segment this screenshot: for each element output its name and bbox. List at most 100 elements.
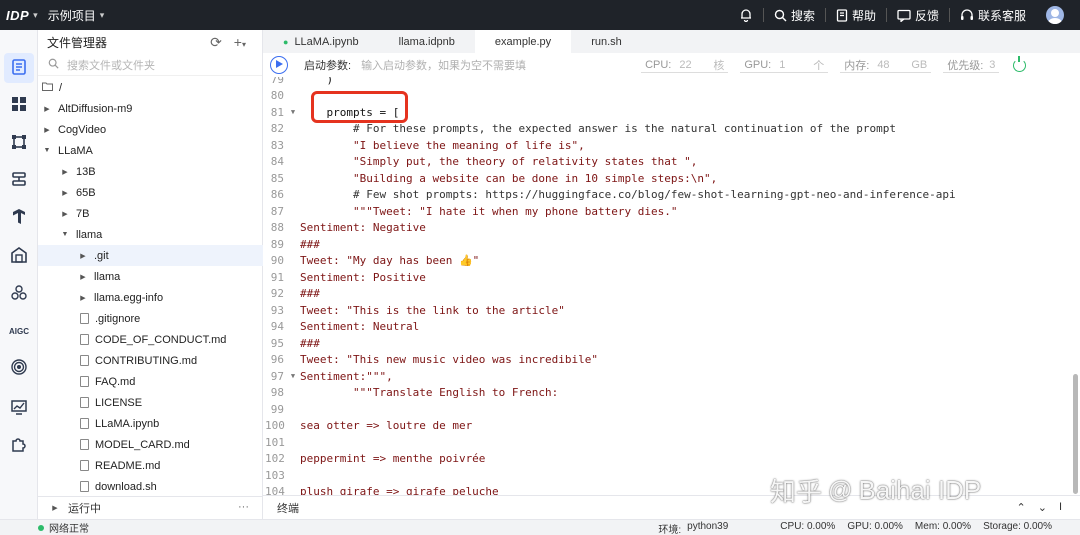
fold-chevron-icon[interactable]: ▼ [288,108,298,116]
tree-folder-cogvideo[interactable]: ▶ CogVideo [38,119,263,140]
tensorflow-tab[interactable] [4,203,34,233]
project-selector[interactable]: 示例项目 [48,7,96,24]
chevron-right-icon: ▶ [62,210,68,218]
code-line: 94 Sentiment: Neutral [263,319,1080,336]
editor-scrollbar[interactable] [1070,77,1080,495]
scrollbar-thumb[interactable] [1073,374,1078,494]
editor-tabs: ● LLaMA.ipynb llama.idpnb example.py run… [263,30,1080,53]
tree-file[interactable]: FAQ.md [38,371,263,392]
collapse-icon[interactable]: ⌄ [1038,501,1047,514]
code-line: 79 ) [263,77,1080,88]
help-button[interactable]: 帮助 [826,7,886,24]
args-label: 启动参数: [304,60,352,72]
aigc-tab[interactable]: AIGC [4,316,34,346]
top-bar-actions: 搜索 帮助 反馈 联系客服 [729,0,1080,30]
line-number: 104 [265,485,285,495]
tree-folder-egg-info[interactable]: ▶ llama.egg-info [38,287,263,308]
tab-llama-idpnb[interactable]: llama.idpnb [379,30,475,53]
chevron-down-icon[interactable]: ▾ [33,10,38,21]
explorer-title: 文件管理器 [47,35,108,50]
chevron-down-icon[interactable]: ▾ [100,10,105,21]
tree-folder-llama-sub[interactable]: ▼ llama [38,224,263,245]
chevron-down-icon: ▼ [43,147,51,154]
modified-dot-icon: ● [283,36,289,47]
code-line: 93 Tweet: "This is the link to the articl… [263,302,1080,319]
model-tab[interactable] [4,128,34,158]
refresh-icon[interactable]: ⟳ [210,34,222,51]
idp-logo[interactable]: IDP [6,8,29,23]
line-number: 84 [270,155,284,169]
tree-file[interactable]: .gitignore [38,308,263,329]
code-line: 97 ▼ Sentiment:""", [263,368,1080,385]
avatar[interactable] [1046,6,1064,24]
search-button[interactable]: 搜索 [764,7,825,24]
power-icon[interactable] [1013,55,1027,72]
code-line: 95 ### [263,335,1080,352]
message-icon [897,9,911,22]
apps-tab[interactable] [4,90,34,120]
tree-folder-git[interactable]: ▶ .git [38,245,263,266]
tree-label: LICENSE [95,396,143,409]
tree-file[interactable]: download.sh [38,476,263,497]
code-text: # For these prompts, the expected answer… [300,122,897,136]
tree-file[interactable]: LLaMA.ipynb [38,413,263,434]
help-label: 帮助 [851,8,876,23]
terminal-panel[interactable]: 终端 ⌃ ⌄ I [263,495,1080,519]
tree-folder-llama-pkg[interactable]: ▶ llama [38,266,263,287]
mem-field[interactable]: 内存: 48 GB [840,57,932,73]
plugins-tab[interactable] [4,430,34,460]
tree-folder-65b[interactable]: ▶ 65B [38,182,263,203]
tree-file[interactable]: LICENSE [38,392,263,413]
line-number: 101 [265,435,285,449]
priority-field[interactable]: 优先级: 3 [943,57,1000,73]
running-section[interactable]: ▶ 运行中 ··· [38,496,263,519]
cpu-value: 22 [679,58,692,71]
feedback-button[interactable]: 反馈 [887,7,949,24]
file-icon [80,481,89,492]
code-text: Sentiment:""", [300,369,393,383]
monitor-tab[interactable] [4,393,34,423]
line-number: 90 [270,254,284,268]
tree-folder-llama[interactable]: ▼ LLaMA [38,140,263,161]
network-status: 网络正常 [38,520,89,535]
line-number: 97 [270,369,284,383]
pin-icon[interactable]: I [1059,501,1062,514]
tree-file[interactable]: CODE_OF_CONDUCT.md [38,329,263,350]
tree-folder-altdiffusion[interactable]: ▶ AltDiffusion-m9 [38,98,263,119]
cpu-field[interactable]: CPU: 22 核 [641,57,729,73]
molecule-tab[interactable] [4,279,34,309]
fold-chevron-icon[interactable]: ▼ [288,372,298,380]
tree-file[interactable]: MODEL_CARD.md [38,434,263,455]
tab-llama-ipynb[interactable]: ● LLaMA.ipynb [263,30,379,53]
code-line: 99 [263,401,1080,418]
file-search[interactable]: 搜索文件或文件夹 [38,54,262,76]
support-button[interactable]: 联系客服 [950,7,1036,24]
search-icon [774,9,787,22]
add-icon[interactable]: +▾ [234,34,246,51]
pipeline-tab[interactable] [4,165,34,195]
tree-file[interactable]: README.md [38,455,263,476]
run-button[interactable] [270,56,288,74]
file-explorer-tab[interactable] [4,53,34,83]
target-tab[interactable] [4,353,34,383]
args-input[interactable]: 输入启动参数，如果为空不需要填 [361,57,631,73]
notification-button[interactable] [729,8,763,22]
folder-icon [42,82,53,94]
tree-folder-7b[interactable]: ▶ 7B [38,203,263,224]
tab-run-sh[interactable]: run.sh [571,30,642,53]
code-line: 85 "Building a website can be done in 10… [263,170,1080,187]
tree-file[interactable]: CONTRIBUTING.md [38,350,263,371]
expand-icon[interactable]: ⌃ [1017,501,1026,514]
warehouse-tab[interactable] [4,241,34,271]
env-value[interactable]: python39 [687,521,728,535]
chevron-right-icon: ▶ [80,273,86,281]
more-icon[interactable]: ··· [238,501,249,513]
line-number: 99 [270,402,284,416]
gpu-field[interactable]: GPU: 1 个 [740,57,829,73]
code-editor[interactable]: 79 ) 80 81 ▼ prompts = [82 # For these prom… [263,77,1080,495]
mem-unit: GB [911,58,928,71]
search-input[interactable]: 搜索文件或文件夹 [67,57,155,73]
tree-folder-13b[interactable]: ▶ 13B [38,161,263,182]
tree-root[interactable]: / [38,77,263,98]
tab-example-py[interactable]: example.py [474,30,572,53]
